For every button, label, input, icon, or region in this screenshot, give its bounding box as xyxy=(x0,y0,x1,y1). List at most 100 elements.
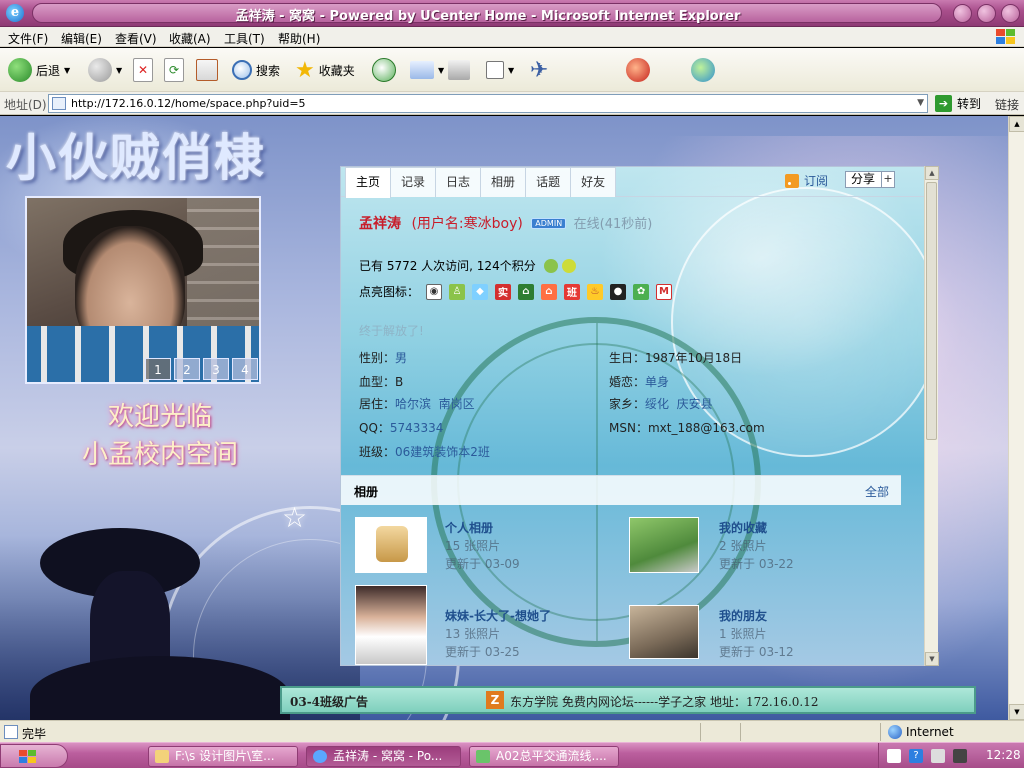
scroll-down-icon[interactable]: ▼ xyxy=(925,652,939,666)
menu-file[interactable]: 文件(F) xyxy=(8,30,48,47)
task-label: F:\s 设计图片\室... xyxy=(175,749,275,763)
chevron-down-icon[interactable]: ▼ xyxy=(917,98,924,108)
search-button[interactable]: 搜索 xyxy=(232,56,280,84)
close-button[interactable] xyxy=(1001,4,1020,23)
hometown-city[interactable]: 绥化 xyxy=(645,397,669,411)
start-button[interactable] xyxy=(0,744,68,768)
keyboard-icon[interactable] xyxy=(887,749,901,763)
email-icon[interactable]: M xyxy=(656,283,673,300)
discuss-button[interactable]: ✈ xyxy=(530,56,548,84)
messenger-button[interactable] xyxy=(691,56,715,84)
window-title-bar[interactable]: e 孟祥涛 - 窝窝 - Powered by UCenter Home - M… xyxy=(0,0,1024,27)
clock[interactable]: 12:28 xyxy=(986,748,1021,762)
ad-banner[interactable]: 03-4班级广告 Z 东方学院 免费内网论坛------学子之家 地址：172.… xyxy=(280,686,976,714)
class-value[interactable]: 06建筑装饰本2班 xyxy=(395,445,490,459)
back-button[interactable]: 后退 ▼ xyxy=(8,56,70,84)
user-real-name[interactable]: 孟祥涛 xyxy=(359,216,401,232)
edit-button[interactable]: ▼ xyxy=(486,56,514,84)
hometown-county[interactable]: 庆安县 xyxy=(677,397,713,411)
msn-icon[interactable]: ✿ xyxy=(633,283,650,300)
profile-photo[interactable]: 1 2 3 4 xyxy=(25,196,261,384)
blood-value: B xyxy=(395,375,404,389)
gender-value[interactable]: 男 xyxy=(395,351,407,365)
album-thumbnail[interactable] xyxy=(629,517,699,573)
favorites-button[interactable]: ★ 收藏夹 xyxy=(295,56,355,84)
album-name[interactable]: 我的收藏 xyxy=(719,519,767,536)
class-icon[interactable]: 班 xyxy=(564,283,581,300)
residence-district[interactable]: 南岗区 xyxy=(439,397,475,411)
album-updated: 更新于 03-22 xyxy=(719,557,794,571)
thunder-button[interactable] xyxy=(626,56,650,84)
menu-edit[interactable]: 编辑(E) xyxy=(61,30,102,47)
system-tray: ? 12:28 xyxy=(878,743,1024,768)
taskbar-item-folder[interactable]: F:\s 设计图片\室... xyxy=(148,746,298,767)
tab-home[interactable]: 主页 xyxy=(345,167,392,198)
print-button[interactable] xyxy=(448,56,470,84)
menu-help[interactable]: 帮助(H) xyxy=(278,30,320,47)
links-button[interactable]: 链接 xyxy=(995,96,1019,113)
camera-icon[interactable]: ◉ xyxy=(426,283,443,300)
album-view-all-link[interactable]: 全部 xyxy=(865,483,889,500)
album-count: 1 张照片 xyxy=(719,627,767,641)
home-icon[interactable]: ⌂ xyxy=(541,283,558,300)
welcome-line-2: 小孟校内空间 xyxy=(81,440,238,470)
album-item[interactable]: 我的收藏 2 张照片 更新于 03-22 xyxy=(629,517,899,597)
menu-view[interactable]: 查看(V) xyxy=(115,30,157,47)
realname-icon[interactable]: 实 xyxy=(495,283,512,300)
album-thumbnail[interactable] xyxy=(355,517,427,573)
minimize-button[interactable] xyxy=(953,4,972,23)
share-button[interactable]: 分享 + xyxy=(845,171,895,188)
help-icon[interactable]: ? xyxy=(909,749,923,763)
window-scrollbar[interactable]: ▲ ▼ xyxy=(1008,116,1024,720)
tab-records[interactable]: 记录 xyxy=(390,167,437,197)
marital-value[interactable]: 单身 xyxy=(645,375,669,389)
refresh-button[interactable]: ⟳ xyxy=(164,56,184,84)
residence-city[interactable]: 哈尔滨 xyxy=(395,397,431,411)
scroll-up-icon[interactable]: ▲ xyxy=(925,166,939,180)
taskbar-item-image[interactable]: A02总平交通流线.... xyxy=(469,746,619,767)
home-button[interactable] xyxy=(196,56,218,84)
forward-button[interactable]: ▼ xyxy=(88,56,122,84)
menu-favorites[interactable]: 收藏(A) xyxy=(169,30,211,47)
album-name[interactable]: 我的朋友 xyxy=(719,607,767,624)
person-icon[interactable]: ♙ xyxy=(449,283,466,300)
diamond-icon[interactable]: ◆ xyxy=(472,283,489,300)
tab-topics[interactable]: 话题 xyxy=(525,167,572,197)
mail-button[interactable]: ▼ xyxy=(410,56,444,84)
photo-page-4[interactable]: 4 xyxy=(232,358,258,380)
stop-button[interactable]: ✕ xyxy=(133,56,153,84)
photo-page-1[interactable]: 1 xyxy=(145,358,171,380)
tab-album[interactable]: 相册 xyxy=(480,167,527,197)
network-icon[interactable] xyxy=(953,749,967,763)
menu-tools[interactable]: 工具(T) xyxy=(224,30,265,47)
go-button[interactable]: ➔ 转到 xyxy=(935,95,981,112)
tab-friends[interactable]: 好友 xyxy=(570,167,617,197)
house-icon[interactable]: ⌂ xyxy=(518,283,535,300)
history-button[interactable] xyxy=(372,56,396,84)
qq-penguin-icon[interactable]: ● xyxy=(610,283,627,300)
address-input[interactable]: http://172.16.0.12/home/space.php?uid=5 … xyxy=(48,94,928,113)
tab-blog[interactable]: 日志 xyxy=(435,167,482,197)
image-icon xyxy=(476,750,490,763)
album-thumbnail[interactable] xyxy=(629,605,699,659)
gift-icon[interactable] xyxy=(562,259,577,273)
taskbar-item-browser[interactable]: 孟祥涛 - 窝窝 - Po... xyxy=(306,746,461,767)
scroll-down-icon[interactable]: ▼ xyxy=(1009,704,1024,720)
photo-page-2[interactable]: 2 xyxy=(174,358,200,380)
rss-subscribe[interactable]: 订阅 xyxy=(785,172,828,189)
album-item[interactable]: 我的朋友 1 张照片 更新于 03-12 xyxy=(629,605,899,665)
panel-scrollbar[interactable]: ▲ ▼ xyxy=(924,166,939,666)
scroll-up-icon[interactable]: ▲ xyxy=(1009,116,1024,132)
album-thumbnail[interactable] xyxy=(355,585,427,665)
ie-app-icon[interactable]: e xyxy=(6,4,24,22)
photo-page-3[interactable]: 3 xyxy=(203,358,229,380)
album-item[interactable]: 妹妹-长大了-想她了 13 张照片 更新于 03-25 xyxy=(355,585,625,665)
birthday-cake-icon[interactable]: ♨ xyxy=(587,283,604,300)
scroll-thumb[interactable] xyxy=(926,182,937,440)
maximize-button[interactable] xyxy=(977,4,996,23)
volume-icon[interactable] xyxy=(931,749,945,763)
album-name[interactable]: 妹妹-长大了-想她了 xyxy=(445,607,551,624)
album-name[interactable]: 个人相册 xyxy=(445,519,493,536)
qq-value[interactable]: 5743334 xyxy=(390,421,443,435)
gift-icon[interactable] xyxy=(543,259,558,273)
